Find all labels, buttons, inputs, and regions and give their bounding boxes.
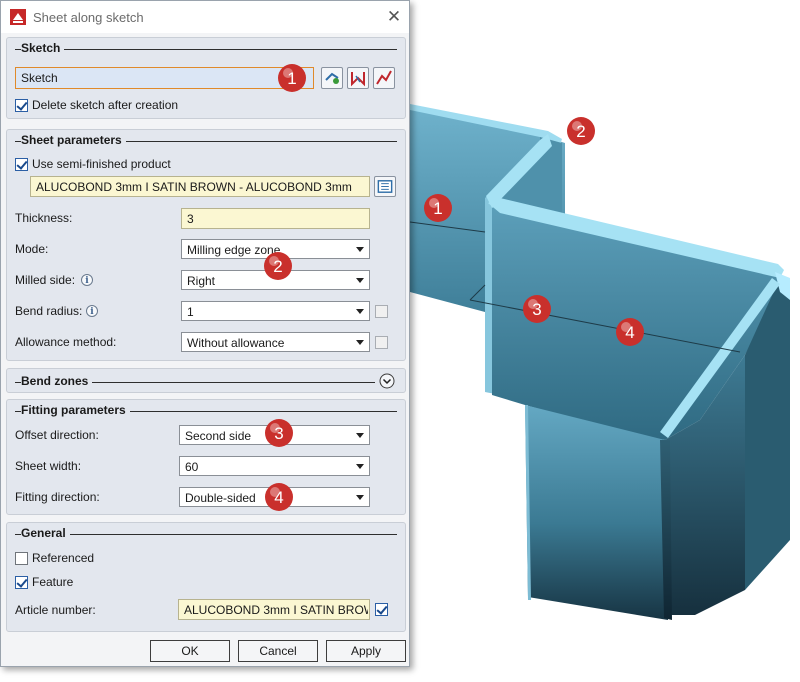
svg-text:2: 2 xyxy=(273,257,282,276)
divider xyxy=(15,534,397,535)
sheet-width-label: Sheet width: xyxy=(15,459,82,473)
close-icon[interactable]: ✕ xyxy=(383,7,405,27)
svg-text:3: 3 xyxy=(532,300,541,319)
title-bar: Sheet along sketch ✕ xyxy=(1,1,409,33)
fitting-parameters-title: Fitting parameters xyxy=(21,403,130,417)
chevron-down-icon xyxy=(356,247,364,252)
use-semifinished-checkbox[interactable] xyxy=(15,158,28,171)
feature-label: Feature xyxy=(32,575,74,589)
catalog-icon xyxy=(377,180,393,193)
offset-direction-value: Second side xyxy=(185,429,252,443)
fitting-parameters-header: Fitting parameters xyxy=(7,400,405,420)
svg-text:2: 2 xyxy=(576,122,585,141)
fitting-direction-label: Fitting direction: xyxy=(15,490,100,504)
bend-radius-dropdown[interactable]: 1 xyxy=(181,301,370,321)
sketch-field[interactable]: Sketch xyxy=(15,67,314,89)
use-semifinished-label: Use semi-finished product xyxy=(32,157,171,171)
svg-text:1: 1 xyxy=(433,199,442,218)
marker-2-model: 2 xyxy=(567,117,595,145)
thickness-value: 3 xyxy=(187,212,194,226)
product-catalog-button[interactable] xyxy=(374,176,396,197)
divider xyxy=(15,49,397,50)
allowance-method-value: Without allowance xyxy=(187,336,285,350)
marker-3-dialog: 3 xyxy=(265,419,293,447)
svg-text:3: 3 xyxy=(274,424,283,443)
chevron-down-icon xyxy=(356,464,364,469)
marker-1-dialog: 1 xyxy=(278,64,306,92)
marker-1-model: 1 xyxy=(424,194,452,222)
chevron-down-icon xyxy=(356,340,364,345)
ok-button[interactable]: OK xyxy=(150,640,230,662)
referenced-label: Referenced xyxy=(32,551,95,565)
article-number-value: ALUCOBOND 3mm I SATIN BROWN xyxy=(184,603,368,617)
delete-sketch-label: Delete sketch after creation xyxy=(32,98,179,112)
window-title: Sheet along sketch xyxy=(33,10,144,25)
semifinished-product-value: ALUCOBOND 3mm I SATIN BROWN - ALUCOBOND … xyxy=(36,180,352,194)
sketch-pick-icon xyxy=(325,72,339,84)
bend-zones-title: Bend zones xyxy=(21,374,93,388)
article-number-checkbox[interactable] xyxy=(375,603,388,616)
info-icon[interactable]: i xyxy=(81,274,93,286)
sketch-edit-button[interactable] xyxy=(347,67,369,89)
cancel-button[interactable]: Cancel xyxy=(238,640,318,662)
referenced-checkbox[interactable] xyxy=(15,552,28,565)
sheet-along-sketch-dialog: Sheet along sketch ✕ Sketch Sketch 1 Del… xyxy=(0,0,410,667)
milled-side-label: Milled side: xyxy=(15,273,76,287)
general-header: General xyxy=(7,523,405,543)
chevron-down-icon xyxy=(356,278,364,283)
sketch-pick-button[interactable] xyxy=(321,67,343,89)
offset-direction-label: Offset direction: xyxy=(15,428,99,442)
sketch-section-title: Sketch xyxy=(21,41,65,55)
sketch-field-value: Sketch xyxy=(21,71,58,85)
chevron-down-icon xyxy=(356,495,364,500)
apply-button[interactable]: Apply xyxy=(326,640,406,662)
allowance-checkbox[interactable] xyxy=(375,336,388,349)
article-number-label: Article number: xyxy=(15,603,96,617)
semifinished-product-field[interactable]: ALUCOBOND 3mm I SATIN BROWN - ALUCOBOND … xyxy=(30,176,370,197)
sheet-width-value: 60 xyxy=(185,460,199,474)
svg-text:1: 1 xyxy=(287,69,296,88)
sheet-parameters-title: Sheet parameters xyxy=(21,133,126,147)
bend-zones-header: Bend zones xyxy=(7,371,405,391)
delete-sketch-checkbox[interactable] xyxy=(15,99,28,112)
allowance-method-label: Allowance method: xyxy=(15,335,117,349)
expand-chevron-icon[interactable] xyxy=(379,373,395,389)
chevron-down-icon xyxy=(356,309,364,314)
bend-radius-value: 1 xyxy=(187,305,194,319)
marker-2-dialog: 2 xyxy=(264,252,292,280)
sheet-width-dropdown[interactable]: 60 xyxy=(179,456,370,476)
sketch-line-button[interactable] xyxy=(373,67,395,89)
fitting-direction-value: Double-sided xyxy=(185,491,256,505)
bend-zones-group[interactable]: Bend zones xyxy=(6,368,406,393)
milled-side-value: Right xyxy=(187,274,216,288)
svg-text:4: 4 xyxy=(274,488,283,507)
allowance-method-dropdown[interactable]: Without allowance xyxy=(181,332,370,352)
mode-label: Mode: xyxy=(15,242,49,256)
info-icon[interactable]: i xyxy=(86,305,98,317)
bend-radius-checkbox[interactable] xyxy=(375,305,388,318)
bend-radius-label: Bend radius: xyxy=(15,304,83,318)
article-number-field[interactable]: ALUCOBOND 3mm I SATIN BROWN xyxy=(178,599,370,620)
marker-3-model: 3 xyxy=(523,295,551,323)
thickness-field[interactable]: 3 xyxy=(181,208,370,229)
marker-4-dialog: 4 xyxy=(265,483,293,511)
sketch-group-header: Sketch xyxy=(7,38,405,58)
general-title: General xyxy=(21,526,70,540)
feature-checkbox[interactable] xyxy=(15,576,28,589)
svg-text:4: 4 xyxy=(625,323,634,342)
thickness-label: Thickness: xyxy=(15,211,73,225)
sheet-parameters-header: Sheet parameters xyxy=(7,130,405,150)
sketch-line-icon xyxy=(376,70,392,85)
marker-4-model: 4 xyxy=(616,318,644,346)
sketch-edit-icon xyxy=(351,72,365,87)
chevron-down-icon xyxy=(356,433,364,438)
app-logo-icon xyxy=(10,9,26,25)
